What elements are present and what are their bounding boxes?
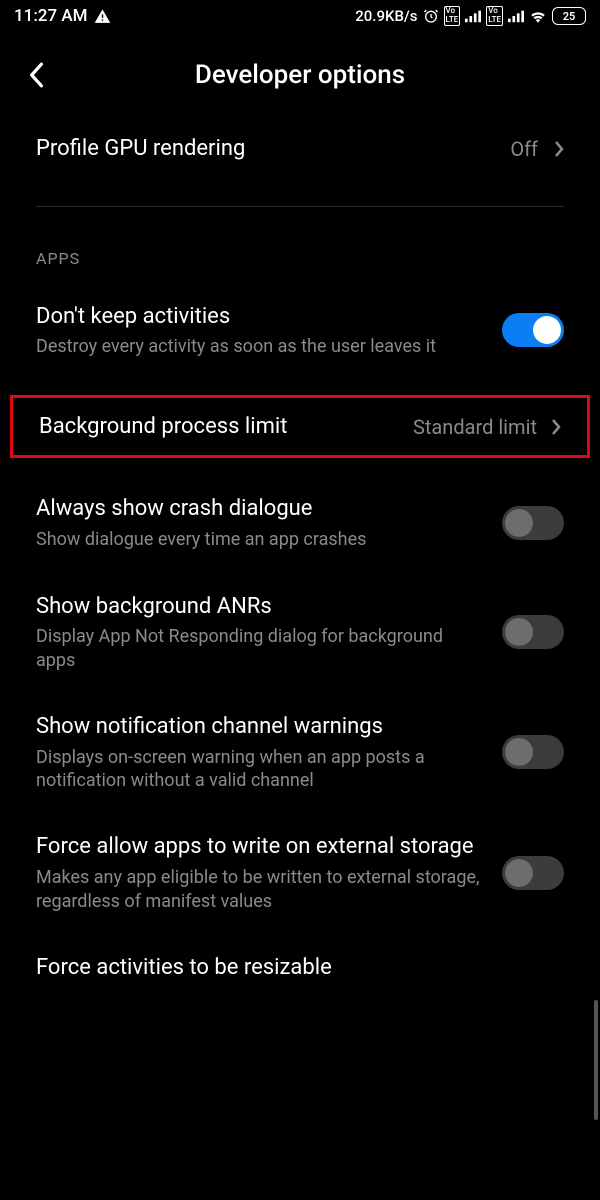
signal-icon-1 [465, 9, 481, 23]
section-apps-label: APPS [0, 207, 600, 282]
row-value: Standard limit [413, 415, 537, 439]
volte-badge-1: VoLTE [444, 6, 461, 26]
status-bar: 11:27 AM 20.9KB/s VoLTE VoLTE 25 [0, 0, 600, 30]
row-subtitle: Destroy every activity as soon as the us… [36, 335, 486, 358]
row-title: Force allow apps to write on external st… [36, 832, 486, 862]
row-subtitle: Show dialogue every time an app crashes [36, 528, 486, 551]
row-subtitle: Displays on-screen warning when an app p… [36, 746, 486, 793]
row-title: Always show crash dialogue [36, 494, 486, 524]
battery-level: 25 [563, 10, 576, 23]
alarm-icon [423, 8, 439, 24]
status-net-speed: 20.9KB/s [355, 7, 417, 25]
warning-icon [94, 8, 111, 25]
row-dont-keep-activities[interactable]: Don't keep activities Destroy every acti… [0, 282, 600, 379]
row-title: Don't keep activities [36, 302, 486, 332]
status-time: 11:27 AM [14, 6, 88, 26]
row-show-background-anrs[interactable]: Show background ANRs Display App Not Res… [0, 572, 600, 692]
row-title: Background process limit [39, 412, 399, 442]
row-subtitle: Display App Not Responding dialog for ba… [36, 625, 486, 672]
signal-icon-2 [508, 9, 524, 23]
wifi-icon [529, 9, 547, 23]
row-title: Show notification channel warnings [36, 712, 486, 742]
chevron-right-icon [554, 140, 564, 158]
row-title: Profile GPU rendering [36, 134, 494, 164]
page-title: Developer options [20, 60, 580, 90]
scroll-indicator[interactable] [594, 1000, 598, 1120]
chevron-right-icon [551, 418, 561, 436]
row-subtitle: Makes any app eligible to be written to … [36, 866, 486, 913]
battery-icon: 25 [552, 7, 586, 25]
row-title: Force activities to be resizable [36, 953, 564, 983]
back-button[interactable] [28, 62, 44, 88]
row-force-write-external-storage[interactable]: Force allow apps to write on external st… [0, 812, 600, 932]
volte-badge-2: VoLTE [486, 6, 503, 26]
header: Developer options [0, 30, 600, 114]
row-value: Off [510, 137, 538, 161]
row-always-show-crash-dialogue[interactable]: Always show crash dialogue Show dialogue… [0, 474, 600, 571]
toggle-background-anrs[interactable] [502, 615, 564, 649]
toggle-dont-keep-activities[interactable] [502, 313, 564, 347]
toggle-crash-dialogue[interactable] [502, 506, 564, 540]
row-force-activities-resizable[interactable]: Force activities to be resizable [0, 933, 600, 1003]
toggle-external-storage[interactable] [502, 856, 564, 890]
row-profile-gpu-rendering[interactable]: Profile GPU rendering Off [0, 114, 600, 184]
row-background-process-limit[interactable]: Background process limit Standard limit [10, 395, 590, 459]
row-title: Show background ANRs [36, 592, 486, 622]
toggle-notification-warnings[interactable] [502, 735, 564, 769]
row-notification-channel-warnings[interactable]: Show notification channel warnings Displ… [0, 692, 600, 812]
